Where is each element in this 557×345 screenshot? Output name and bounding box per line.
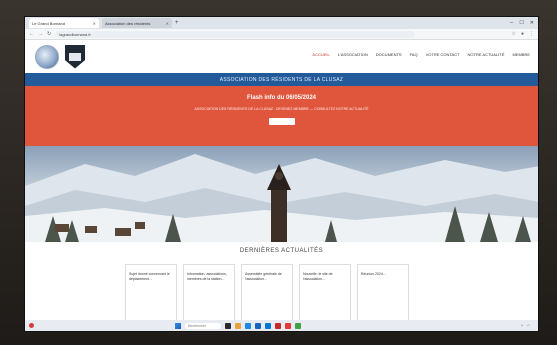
site-header: ACCUEIL L'ASSOCIATION DOCUMENTS FAQ VOTR…: [25, 40, 538, 73]
news-section: DERNIÈRES ACTUALITÉS Sujet donné concern…: [25, 242, 538, 331]
windows-taskbar: Rechercher ^ ◠: [25, 320, 538, 331]
close-icon[interactable]: ✕: [93, 21, 96, 26]
address-bar-row: ← → ↻ lagrandbornand.fr ☆ ● ⋮: [25, 29, 538, 40]
search-placeholder: Rechercher: [188, 323, 207, 328]
star-icon[interactable]: ☆: [511, 31, 515, 37]
mountain-landscape: [25, 154, 538, 242]
card-body: Sujet donné concernant le déplacement...: [129, 272, 170, 281]
card-body: Nouvelle: le site de l'association...: [303, 272, 333, 281]
news-cards: Sujet donné concernant le déplacement...…: [125, 264, 409, 322]
crest-logo: [65, 44, 85, 69]
main-nav: ACCUEIL L'ASSOCIATION DOCUMENTS FAQ VOTR…: [312, 52, 530, 57]
news-card[interactable]: Réunion 2024...: [357, 264, 409, 322]
office-icon[interactable]: [275, 322, 281, 329]
flash-title: Flash info du 06/05/2024: [246, 95, 317, 101]
nav-item-contact[interactable]: VOTRE CONTACT: [426, 52, 460, 57]
chrome-icon[interactable]: [295, 322, 301, 329]
card-body: Assemblée générale de l'association...: [245, 272, 282, 281]
store-icon[interactable]: [255, 322, 261, 329]
news-card[interactable]: Information, associations, membres de la…: [183, 264, 235, 322]
tab-label: Association des résidents: [105, 20, 151, 26]
section-title: DERNIÈRES ACTUALITÉS: [239, 248, 324, 254]
card-body: Information, associations, membres de la…: [187, 272, 227, 281]
tab-label: Le Grand Bornand: [32, 20, 65, 26]
browser-tab-1[interactable]: Le Grand Bornand ✕: [29, 18, 99, 28]
task-view-icon[interactable]: [225, 322, 231, 329]
flash-text: ASSOCIATION DES RÉSIDENTS DE LA CLUSAZ :…: [194, 107, 369, 111]
menu-icon[interactable]: ⋮: [529, 31, 534, 37]
mail-icon[interactable]: [265, 322, 271, 329]
nav-item-faq[interactable]: FAQ: [410, 52, 418, 57]
file-explorer-icon[interactable]: [235, 322, 241, 329]
weather-widget[interactable]: [29, 323, 36, 328]
minimize-icon[interactable]: ─: [510, 20, 514, 26]
card-body: Réunion 2024...: [361, 272, 386, 276]
flash-info-section: Flash info du 06/05/2024 ASSOCIATION DES…: [25, 86, 538, 146]
browser-tab-bar: Le Grand Bornand ✕ Association des résid…: [25, 17, 538, 29]
close-window-icon[interactable]: ✕: [530, 20, 534, 26]
forward-icon[interactable]: →: [38, 31, 43, 37]
new-tab-button[interactable]: +: [175, 20, 179, 26]
banner-text: ASSOCIATION DES RÉSIDENTS DE LA CLUSAZ: [219, 76, 344, 83]
monitor-screen: Le Grand Bornand ✕ Association des résid…: [24, 16, 539, 332]
maximize-icon[interactable]: ☐: [519, 20, 523, 26]
news-card[interactable]: Assemblée générale de l'association...: [241, 264, 293, 322]
window-controls: ─ ☐ ✕: [510, 20, 538, 26]
site-logo[interactable]: [35, 44, 59, 69]
chevron-up-icon[interactable]: ^: [521, 324, 523, 328]
taskbar-center: Rechercher: [175, 322, 301, 329]
app-icon[interactable]: [285, 322, 291, 329]
browser-tab-2[interactable]: Association des résidents ✕: [102, 18, 172, 28]
edge-icon[interactable]: [245, 322, 251, 329]
taskbar-search[interactable]: Rechercher: [185, 322, 221, 329]
nav-item-documents[interactable]: DOCUMENTS: [376, 52, 402, 57]
wifi-icon[interactable]: ◠: [527, 324, 530, 328]
news-card[interactable]: Sujet donné concernant le déplacement...: [125, 264, 177, 322]
back-icon[interactable]: ←: [29, 31, 34, 37]
nav-item-membre[interactable]: MEMBRE: [512, 52, 530, 57]
weather-icon: [29, 323, 34, 328]
nav-item-actualite[interactable]: NOTRE ACTUALITÉ: [468, 52, 505, 57]
flash-button[interactable]: [268, 118, 295, 125]
close-icon[interactable]: ✕: [166, 21, 169, 26]
browser-toolbar: ☆ ● ⋮: [511, 31, 534, 37]
association-banner: ASSOCIATION DES RÉSIDENTS DE LA CLUSAZ: [25, 73, 538, 86]
news-card[interactable]: Nouvelle: le site de l'association...: [299, 264, 351, 322]
hero-image: [25, 146, 538, 242]
reload-icon[interactable]: ↻: [47, 31, 51, 37]
url-text: lagrandbornand.fr: [59, 31, 91, 37]
url-input[interactable]: lagrandbornand.fr: [55, 30, 416, 38]
windows-start-icon[interactable]: [175, 322, 181, 329]
nav-item-association[interactable]: L'ASSOCIATION: [338, 52, 368, 57]
system-tray: ^ ◠: [521, 324, 534, 328]
profile-icon[interactable]: ●: [521, 31, 524, 37]
nav-item-accueil[interactable]: ACCUEIL: [312, 52, 329, 57]
